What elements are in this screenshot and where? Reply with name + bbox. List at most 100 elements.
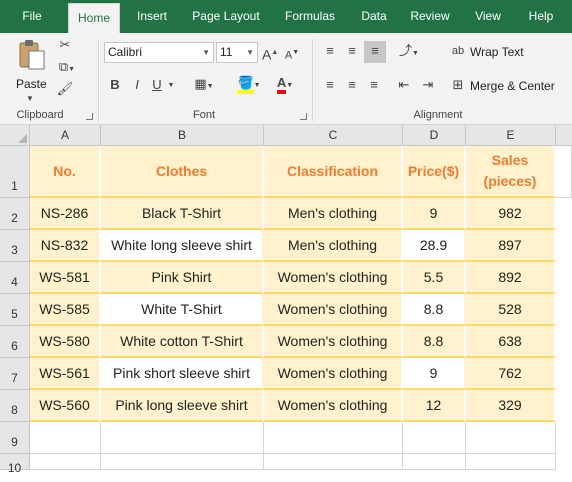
cut-icon[interactable]: ✂ (56, 37, 74, 53)
column-header-d[interactable]: D (403, 125, 466, 146)
table-cell[interactable]: WS-580 (30, 326, 101, 358)
align-right-icon[interactable]: ≡ (364, 77, 384, 93)
row-header-9[interactable]: 9 (0, 422, 30, 454)
fill-color-icon[interactable]: 🪣▼ (234, 75, 264, 94)
table-cell[interactable]: Pink Shirt (101, 262, 264, 294)
column-header-c[interactable]: C (264, 125, 403, 146)
row-header-5[interactable]: 5 (0, 294, 30, 326)
tab-home[interactable]: Home (68, 3, 120, 33)
table-cell[interactable]: 897 (466, 230, 556, 262)
table-cell[interactable]: WS-561 (30, 358, 101, 390)
empty-cell[interactable] (101, 422, 264, 454)
select-all-corner[interactable] (0, 125, 30, 146)
table-cell[interactable]: NS-286 (30, 198, 101, 230)
tab-page-layout[interactable]: Page Layout (186, 0, 266, 33)
table-cell[interactable]: 329 (466, 390, 556, 422)
column-header-a[interactable]: A (30, 125, 101, 146)
table-cell[interactable]: 762 (466, 358, 556, 390)
empty-cell[interactable] (556, 146, 572, 198)
table-cell[interactable]: 28.9 (403, 230, 466, 262)
table-cell[interactable]: Women's clothing (264, 262, 403, 294)
merge-center-button[interactable]: ⊞ Merge & Center (450, 77, 570, 97)
table-cell[interactable]: White long sleeve shirt (101, 230, 264, 262)
table-cell[interactable]: Black T-Shirt (101, 198, 264, 230)
table-cell[interactable]: Men's clothing (264, 198, 403, 230)
table-cell[interactable]: 12 (403, 390, 466, 422)
table-cell[interactable]: Women's clothing (264, 294, 403, 326)
font-launcher-icon[interactable] (300, 113, 307, 120)
table-cell[interactable]: 528 (466, 294, 556, 326)
table-cell[interactable]: Pink short sleeve shirt (101, 358, 264, 390)
table-cell[interactable]: 8.8 (403, 326, 466, 358)
row-header-7[interactable]: 7 (0, 358, 30, 390)
underline-button[interactable]: U (150, 77, 164, 93)
row-header-1[interactable]: 1 (0, 146, 30, 198)
shrink-font-button[interactable]: A▼ (284, 45, 300, 64)
align-top-icon[interactable]: ≡ (320, 43, 340, 59)
paste-button[interactable]: Paste ▼ (14, 39, 50, 103)
table-cell[interactable]: Women's clothing (264, 358, 403, 390)
table-cell[interactable]: WS-585 (30, 294, 101, 326)
header-cell-sales[interactable]: Sales (pieces) (466, 146, 556, 198)
bold-button[interactable]: B (108, 77, 122, 93)
table-cell[interactable]: WS-560 (30, 390, 101, 422)
font-name-combo[interactable]: Calibri ▼ (104, 42, 214, 63)
empty-cell[interactable] (403, 422, 466, 454)
grow-font-button[interactable]: A▲ (262, 45, 278, 63)
align-left-icon[interactable]: ≡ (320, 77, 340, 93)
table-cell[interactable]: 8.8 (403, 294, 466, 326)
empty-cell[interactable] (466, 454, 556, 470)
empty-cell[interactable] (466, 422, 556, 454)
empty-cell[interactable] (30, 454, 101, 470)
table-cell[interactable]: White T-Shirt (101, 294, 264, 326)
table-cell[interactable]: 638 (466, 326, 556, 358)
empty-cell[interactable] (30, 422, 101, 454)
wrap-text-button[interactable]: ab Wrap Text (450, 43, 568, 63)
table-cell[interactable]: Women's clothing (264, 390, 403, 422)
column-header-e[interactable]: E (466, 125, 556, 146)
header-cell-no[interactable]: No. (30, 146, 101, 198)
header-cell-clothes[interactable]: Clothes (101, 146, 264, 198)
table-cell[interactable]: 982 (466, 198, 556, 230)
increase-indent-icon[interactable]: ⇥ (418, 77, 438, 93)
header-cell-classification[interactable]: Classification (264, 146, 403, 198)
tab-formulas[interactable]: Formulas (278, 0, 342, 33)
empty-cell[interactable] (264, 422, 403, 454)
table-cell[interactable]: 5.5 (403, 262, 466, 294)
tab-view[interactable]: View (466, 0, 510, 33)
empty-cell[interactable] (403, 454, 466, 470)
empty-cell[interactable] (264, 454, 403, 470)
borders-icon[interactable]: ▦▼ (192, 76, 216, 95)
table-cell[interactable]: 9 (403, 198, 466, 230)
align-bottom-icon[interactable]: ≡ (364, 41, 386, 63)
table-cell[interactable]: Men's clothing (264, 230, 403, 262)
clipboard-launcher-icon[interactable] (86, 113, 93, 120)
tab-help[interactable]: Help (520, 0, 562, 33)
format-painter-icon[interactable]: 🖌 (56, 81, 74, 97)
table-cell[interactable]: 9 (403, 358, 466, 390)
row-header-3[interactable]: 3 (0, 230, 30, 262)
decrease-indent-icon[interactable]: ⇤ (394, 77, 414, 93)
table-cell[interactable]: White cotton T-Shirt (101, 326, 264, 358)
copy-icon[interactable]: ⧉▼ (56, 59, 78, 78)
row-header-10[interactable]: 10 (0, 454, 30, 475)
table-cell[interactable]: Women's clothing (264, 326, 403, 358)
tab-file[interactable]: File (12, 0, 52, 33)
table-cell[interactable]: Pink long sleeve shirt (101, 390, 264, 422)
column-header-b[interactable]: B (101, 125, 264, 146)
align-middle-icon[interactable]: ≡ (342, 43, 362, 59)
tab-data[interactable]: Data (352, 0, 396, 33)
row-header-4[interactable]: 4 (0, 262, 30, 294)
empty-cell[interactable] (101, 454, 264, 470)
italic-button[interactable]: I (130, 77, 144, 93)
chevron-down-icon[interactable]: ▼ (166, 78, 176, 94)
font-color-icon[interactable]: A▼ (270, 75, 300, 94)
row-header-8[interactable]: 8 (0, 390, 30, 422)
column-header-f[interactable] (556, 125, 572, 146)
header-cell-price[interactable]: Price($) (403, 146, 466, 198)
row-header-6[interactable]: 6 (0, 326, 30, 358)
row-header-2[interactable]: 2 (0, 198, 30, 230)
table-cell[interactable]: WS-581 (30, 262, 101, 294)
orientation-icon[interactable]: ⤴▼ (394, 43, 424, 62)
font-size-combo[interactable]: 11 ▼ (216, 42, 258, 63)
